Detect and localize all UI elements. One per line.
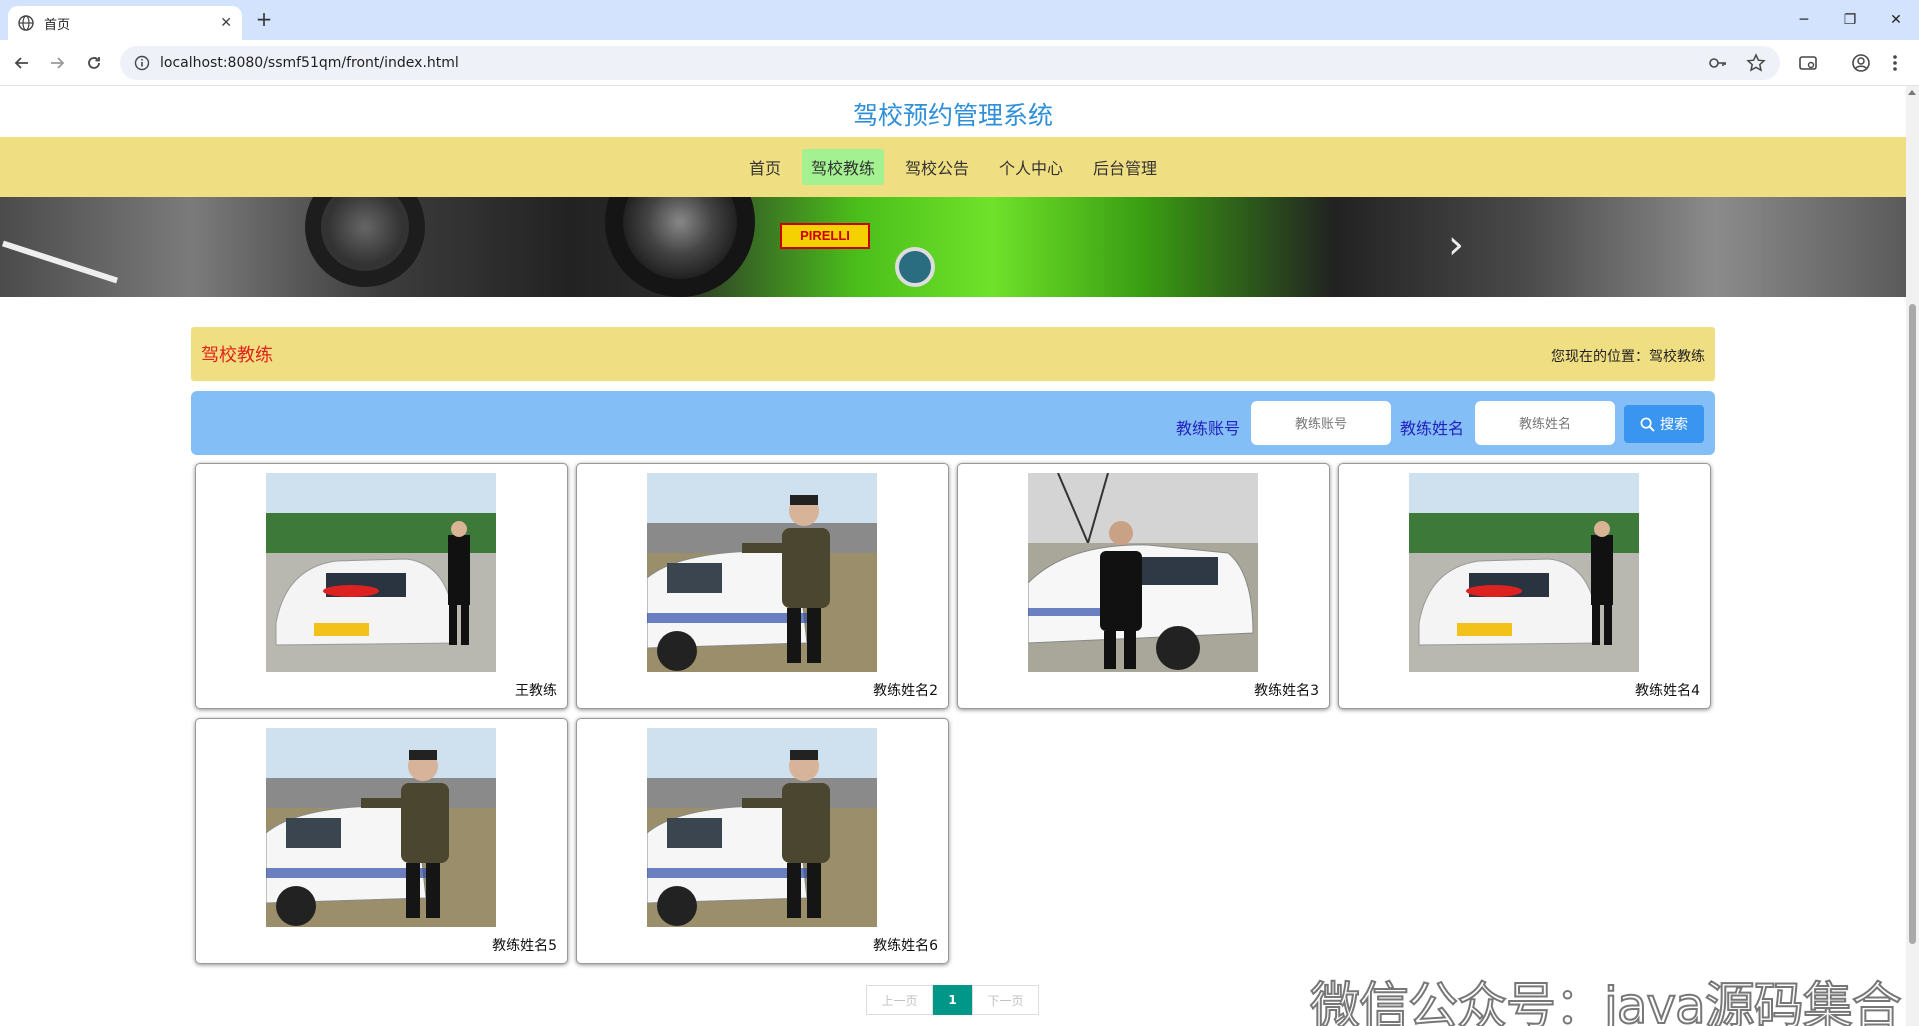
coach-photo[interactable]	[647, 473, 877, 672]
coach-photo[interactable]	[266, 728, 496, 927]
section-header: 驾校教练 您现在的位置：驾校教练	[191, 327, 1715, 381]
banner-carousel: PIRELLI ›	[0, 197, 1906, 297]
coach-photo[interactable]	[647, 728, 877, 927]
page-scrollbar[interactable]	[1906, 86, 1919, 1026]
main-nav: 首页 驾校教练 驾校公告 个人中心 后台管理	[0, 137, 1906, 197]
minimize-icon[interactable]: ─	[1781, 0, 1827, 40]
banner-emblem	[895, 247, 935, 287]
site-info-icon[interactable]	[134, 55, 150, 71]
banner-brand-plate: PIRELLI	[780, 223, 870, 249]
nav-item-coaches[interactable]: 驾校教练	[801, 149, 884, 185]
coach-account-input[interactable]	[1251, 401, 1391, 445]
window-close-icon[interactable]: ✕	[1873, 0, 1919, 40]
tab-search-icon[interactable]	[1795, 50, 1821, 76]
banner-road-stripe	[2, 240, 118, 284]
coach-name: 王教练	[515, 683, 557, 699]
coach-photo[interactable]	[1409, 473, 1639, 672]
tab-title: 首页	[44, 17, 71, 33]
tab-close-icon[interactable]: ✕	[220, 15, 232, 31]
banner-wheel-rear	[305, 197, 425, 287]
profile-icon[interactable]	[1848, 50, 1874, 76]
reload-icon[interactable]	[80, 50, 108, 76]
coach-name: 教练姓名4	[1635, 683, 1700, 699]
site-title: 驾校预约管理系统	[852, 101, 1053, 130]
restore-icon[interactable]: ❐	[1827, 0, 1873, 40]
scroll-up-icon[interactable]	[1908, 90, 1916, 95]
nav-item-notices[interactable]: 驾校公告	[896, 149, 978, 185]
menu-dots-icon[interactable]	[1882, 50, 1908, 76]
next-page-button[interactable]: 下一页	[972, 985, 1039, 1015]
search-icon	[1640, 417, 1655, 432]
carousel-next-icon[interactable]: ›	[1448, 225, 1464, 265]
coach-card[interactable]: 王教练	[195, 463, 568, 709]
coach-name: 教练姓名6	[873, 938, 938, 954]
section-title: 驾校教练	[201, 345, 273, 366]
back-icon[interactable]	[8, 50, 36, 76]
bookmark-star-icon[interactable]	[1746, 53, 1766, 73]
coach-name: 教练姓名3	[1254, 683, 1319, 699]
coach-card[interactable]: 教练姓名4	[1338, 463, 1711, 709]
coach-name: 教练姓名2	[873, 683, 938, 699]
banner-wheel-front	[605, 197, 755, 297]
search-button-label: 搜索	[1660, 417, 1688, 433]
nav-item-admin[interactable]: 后台管理	[1084, 149, 1166, 185]
page-viewport: 驾校预约管理系统 首页 驾校教练 驾校公告 个人中心 后台管理 PIRELLI …	[0, 86, 1906, 1026]
coach-name: 教练姓名5	[492, 938, 557, 954]
coach-card[interactable]: 教练姓名3	[957, 463, 1330, 709]
watermark-text: 微信公众号：java源码集合	[1309, 976, 1903, 1026]
key-icon[interactable]	[1708, 53, 1728, 73]
browser-toolbar: localhost:8080/ssmf51qm/front/index.html	[0, 40, 1919, 86]
search-button[interactable]: 搜索	[1624, 405, 1704, 443]
coach-photo[interactable]	[266, 473, 496, 672]
nav-item-personal-center[interactable]: 个人中心	[990, 149, 1072, 185]
forward-icon[interactable]	[43, 50, 71, 76]
url-text: localhost:8080/ssmf51qm/front/index.html	[160, 55, 459, 71]
coach-account-label: 教练账号	[1176, 419, 1241, 438]
coach-photo[interactable]	[1028, 473, 1258, 672]
coach-name-input[interactable]	[1475, 401, 1615, 445]
coach-name-label: 教练姓名	[1400, 419, 1465, 438]
current-page-button[interactable]: 1	[933, 985, 972, 1015]
scrollbar-thumb[interactable]	[1909, 304, 1916, 944]
coach-card[interactable]: 教练姓名5	[195, 718, 568, 964]
browser-tab[interactable]: 首页 ✕	[8, 6, 242, 40]
coach-card[interactable]: 教练姓名6	[576, 718, 949, 964]
nav-item-home[interactable]: 首页	[740, 149, 790, 185]
prev-page-button[interactable]: 上一页	[866, 985, 933, 1015]
globe-icon	[18, 15, 34, 31]
address-bar[interactable]: localhost:8080/ssmf51qm/front/index.html	[120, 46, 1780, 80]
breadcrumb: 您现在的位置：驾校教练	[1551, 349, 1705, 365]
browser-tab-bar: 首页 ✕ + ─ ❐ ✕	[0, 0, 1919, 40]
search-bar: 教练账号 教练姓名 搜索	[191, 391, 1715, 455]
new-tab-button[interactable]: +	[252, 8, 276, 32]
coach-card[interactable]: 教练姓名2	[576, 463, 949, 709]
